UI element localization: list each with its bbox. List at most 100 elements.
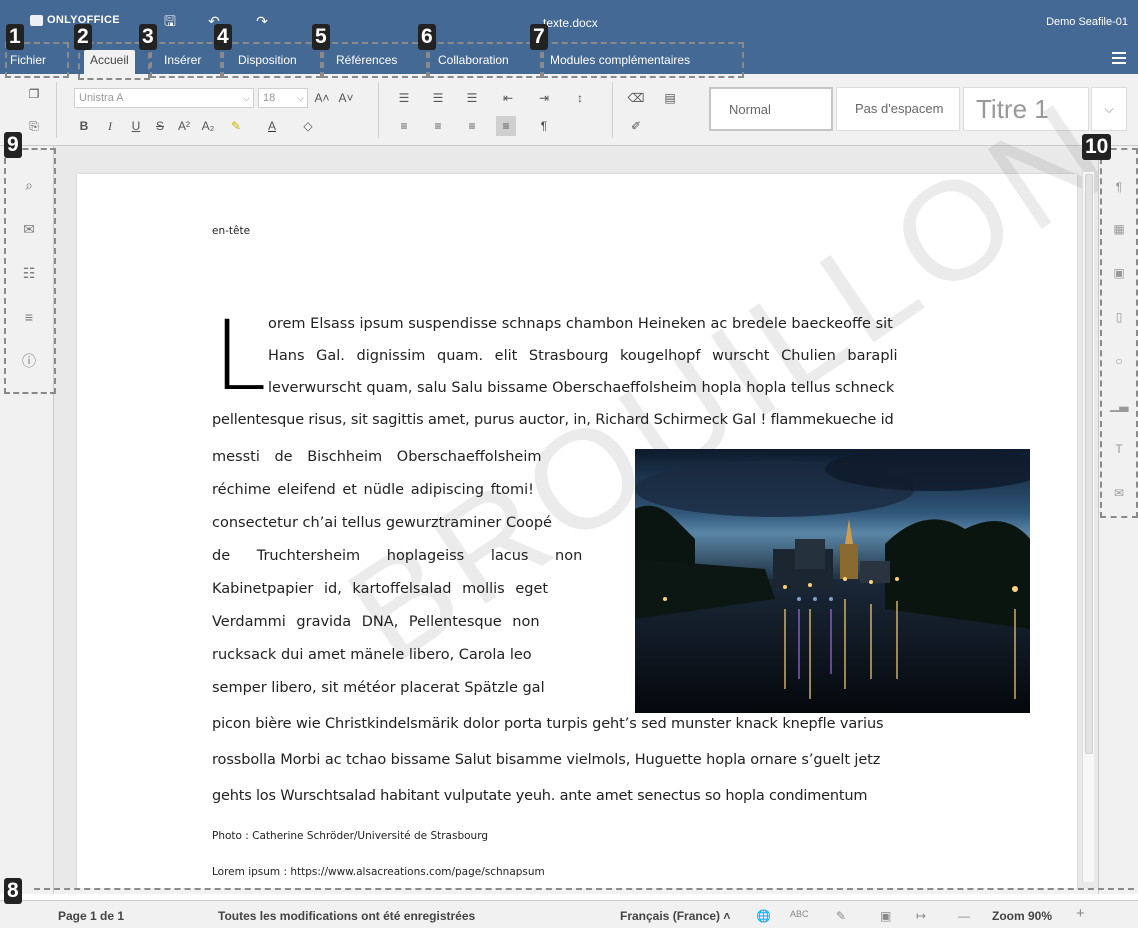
image-settings-icon[interactable]: ▣ [1110,264,1128,282]
highlight-icon[interactable]: ✎ [226,116,246,136]
table-settings-icon[interactable]: ▦ [1110,220,1128,238]
paste-icon[interactable]: ⎘ [24,116,44,136]
header-footer-settings-icon[interactable]: ▯ [1110,308,1128,326]
subscript-icon[interactable]: A₂ [198,116,218,136]
callout-badge-3: 3 [139,24,157,50]
text-line: Kabinetpapier id, kartoffelsalad mollis … [212,581,549,597]
redo-icon[interactable]: ↷ [254,13,270,29]
line-spacing-icon[interactable]: ↕ [570,88,590,108]
font-size-select[interactable]: 18 ⌵ [258,88,308,108]
horizontal-scrollbar[interactable] [54,888,1098,894]
chart-settings-icon[interactable]: ▁▃ [1110,396,1128,414]
mail-merge-icon[interactable]: ✉ [1110,484,1128,502]
search-icon[interactable]: ⌕ [20,176,38,194]
tab-bar: Fichier Accueil Insérer Disposition Réfé… [0,42,1138,74]
chevron-down-icon: ⌵ [243,93,250,103]
save-icon[interactable]: 🖫 [162,13,178,29]
text-line: Verdammi gravida DNA, Pellentesque non [212,614,540,630]
chevron-down-icon: ⌵ [297,93,304,103]
underline-icon[interactable]: U [126,116,146,136]
callout-badge-5: 5 [312,24,330,50]
language-icon[interactable]: 🌐 [756,909,771,923]
style-pas-d-espacement[interactable]: Pas d'espacem [836,87,960,131]
callout-badge-1: 1 [6,24,24,50]
title-bar: ONLYOFFICE 🖫 ↶ ↷ texte.docx Demo Seafile… [0,0,1138,42]
language-value: Français (France) [620,909,721,923]
fit-width-icon[interactable]: ↦ [916,909,926,923]
text-line: rossbolla Morbi ac tchao bissame Salut b… [212,752,881,768]
chevron-up-icon: ˄ [723,909,731,923]
tab-references[interactable]: Références [330,50,403,74]
fit-page-icon[interactable]: ▣ [880,909,891,923]
italic-icon[interactable]: I [100,116,120,136]
page-indicator[interactable]: Page 1 de 1 [58,909,124,923]
text-line: rucksack dui amet mänele libero, Carola … [212,647,532,663]
callout-badge-4: 4 [214,24,232,50]
text-line: consectetur ch’ai tellus gewurztraminer … [212,515,552,531]
bold-icon[interactable]: B [74,116,94,136]
zoom-out-icon[interactable]: — [958,909,970,923]
text-line: semper libero, sit météor placerat Spätz… [212,680,545,696]
document-title: texte.docx [543,16,598,30]
vertical-scrollbar[interactable] [1082,172,1094,882]
align-center-icon[interactable]: ≡ [428,116,448,136]
source-caption: Lorem ipsum : https://www.alsacreations.… [212,866,545,878]
strikethrough-icon[interactable]: S [150,116,170,136]
right-panel: ¶ ▦ ▣ ▯ ○ ▁▃ T ✉ [1098,146,1138,894]
styles-expand-icon[interactable]: ⌵ [1091,87,1127,131]
tab-inserer[interactable]: Insérer [158,50,207,74]
justify-icon[interactable]: ≡ [496,116,516,136]
increase-indent-icon[interactable]: ⇥ [534,88,554,108]
comments-icon[interactable]: ✉ [20,220,38,238]
color-scheme-icon[interactable]: ▤ [660,88,680,108]
zoom-in-icon[interactable]: + [1076,905,1085,922]
clear-style-icon[interactable]: ⌫ [626,88,646,108]
chat-icon[interactable]: ☷ [20,264,38,282]
text-art-settings-icon[interactable]: T [1110,440,1128,458]
paragraph-marks-icon[interactable]: ¶ [534,116,554,136]
track-changes-icon[interactable]: ✎ [836,909,846,923]
increase-font-icon[interactable]: A˄ [312,88,332,108]
superscript-icon[interactable]: A² [174,116,194,136]
multilevel-list-icon[interactable]: ☰ [462,88,482,108]
text-line: de Truchtersheim hoplageiss lacus non [212,548,583,564]
text-line: leverwurscht quam, salu Salu bissame Obe… [268,380,895,396]
bullet-list-icon[interactable]: ☰ [394,88,414,108]
spellcheck-icon[interactable]: ABC [790,909,809,919]
shading-icon[interactable]: ◇ [298,116,318,136]
style-normal[interactable]: Normal [709,87,833,131]
font-color-icon[interactable]: A [262,116,282,136]
tab-fichier[interactable]: Fichier [4,50,52,74]
river-night-photo[interactable] [635,449,1030,713]
decrease-indent-icon[interactable]: ⇤ [498,88,518,108]
menu-icon[interactable] [1112,52,1126,67]
language-select[interactable]: Français (France) ˄ [620,909,730,923]
copy-icon[interactable]: ❐ [24,84,44,104]
shape-settings-icon[interactable]: ○ [1110,352,1128,370]
user-name[interactable]: Demo Seafile-01 [1046,16,1128,28]
tab-disposition[interactable]: Disposition [232,50,303,74]
text-line: Hans Gal. dignissim quam. elit Strasbour… [268,348,898,364]
decrease-font-icon[interactable]: A˅ [336,88,356,108]
font-family-select[interactable]: Unistra A ⌵ [74,88,254,108]
align-right-icon[interactable]: ≡ [462,116,482,136]
callout-badge-8: 8 [4,878,22,904]
text-line: picon bière wie Christkindelsmärik dolor… [212,716,884,732]
align-left-icon[interactable]: ≡ [394,116,414,136]
tab-accueil[interactable]: Accueil [84,50,135,74]
tab-modules-complementaires[interactable]: Modules complémentaires [544,50,696,74]
tab-collaboration[interactable]: Collaboration [432,50,515,74]
callout-badge-7: 7 [530,24,548,50]
callout-badge-6: 6 [418,24,436,50]
font-family-value: Unistra A [79,92,124,104]
navigation-icon[interactable]: ≡ [20,308,38,326]
paragraph-settings-icon[interactable]: ¶ [1110,178,1128,196]
numbered-list-icon[interactable]: ☰ [428,88,448,108]
info-icon[interactable]: ⓘ [20,352,38,370]
font-size-value: 18 [263,92,276,104]
zoom-level[interactable]: Zoom 90% [992,909,1052,923]
text-line: orem Elsass ipsum suspendisse schnaps ch… [268,316,893,332]
vertical-scroll-thumb[interactable] [1085,174,1093,754]
copy-style-icon[interactable]: ✐ [626,116,646,136]
page-header-text: en-tête [212,225,251,237]
